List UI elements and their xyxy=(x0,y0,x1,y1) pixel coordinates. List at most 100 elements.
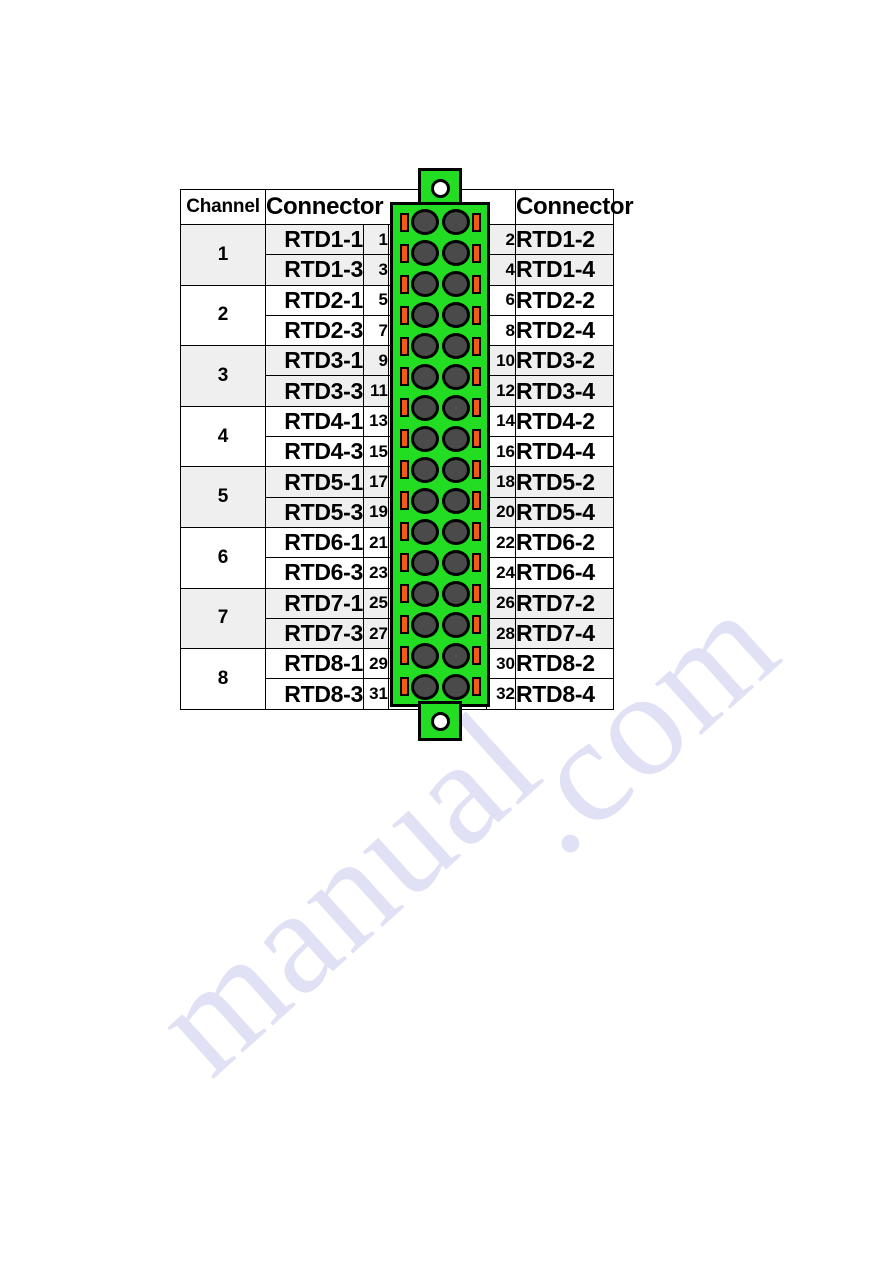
table-header: Channel Connector Connector xyxy=(180,189,634,225)
table-body: 1 RTD1-1 1 2 RTD1-2 RTD1-3 3 4 RTD1-4 2 RTD2-1 5 6 RT… xyxy=(180,223,614,710)
signal-name-left: RTD6-3 xyxy=(265,557,364,589)
table-row: 6 RTD6-1 21 22 RTD6-2 xyxy=(180,526,614,589)
connector-gap-cell xyxy=(388,526,487,559)
pin-number-left: 29 xyxy=(363,648,389,680)
connector-gap-cell xyxy=(388,466,487,498)
pin-number-left: 7 xyxy=(363,314,389,347)
table-row: 1 RTD1-1 1 2 RTD1-2 xyxy=(180,223,614,286)
pin-number-right: 6 xyxy=(486,284,516,316)
pinout-table: Channel Connector Connector 1 RTD1-1 1 2 RTD… xyxy=(180,189,634,710)
connector-gap-cell xyxy=(388,314,487,347)
signal-name-left: RTD1-3 xyxy=(265,254,364,286)
signal-name-right: RTD5-4 xyxy=(515,496,614,528)
connector-gap-cell xyxy=(388,345,487,377)
pin-number-right: 26 xyxy=(486,587,516,619)
signal-name-left: RTD8-3 xyxy=(265,678,364,710)
table-row: 4 RTD4-1 13 14 RTD4-2 xyxy=(180,405,614,468)
header-connector-right: Connector xyxy=(515,189,634,225)
signal-name-left: RTD4-1 xyxy=(265,405,364,438)
connector-gap-cell xyxy=(388,375,487,407)
channel-cell: 3 xyxy=(180,345,266,407)
pin-number-left: 15 xyxy=(363,436,389,468)
header-connector-left: Connector xyxy=(265,189,384,225)
signal-name-left: RTD7-1 xyxy=(265,587,364,619)
pin-number-right: 18 xyxy=(486,466,516,498)
signal-name-right: RTD3-4 xyxy=(515,375,614,407)
pin-number-right: 32 xyxy=(486,678,516,710)
signal-name-right: RTD8-4 xyxy=(515,678,614,710)
signal-name-left: RTD7-3 xyxy=(265,617,364,650)
signal-name-left: RTD8-1 xyxy=(265,648,364,680)
channel-cell: 2 xyxy=(180,284,266,347)
pin-number-right: 8 xyxy=(486,314,516,347)
signal-name-left: RTD5-1 xyxy=(265,466,364,498)
signal-name-left: RTD1-1 xyxy=(265,223,364,256)
table-row: 7 RTD7-1 25 26 RTD7-2 xyxy=(180,587,614,650)
signal-name-right: RTD4-2 xyxy=(515,405,614,438)
pin-number-right: 16 xyxy=(486,436,516,468)
connector-gap-cell xyxy=(388,284,487,316)
pin-number-right: 4 xyxy=(486,254,516,286)
table-row: 3 RTD3-1 9 10 RTD3-2 xyxy=(180,345,614,407)
signal-name-left: RTD3-1 xyxy=(265,345,364,377)
pin-number-left: 13 xyxy=(363,405,389,438)
pin-number-left: 9 xyxy=(363,345,389,377)
pin-number-left: 31 xyxy=(363,678,389,710)
mount-hole-icon xyxy=(430,711,450,731)
channel-cell: 8 xyxy=(180,648,266,710)
pin-number-right: 24 xyxy=(486,557,516,589)
signal-name-left: RTD6-1 xyxy=(265,526,364,559)
signal-name-right: RTD7-4 xyxy=(515,617,614,650)
connector-gap-cell xyxy=(388,557,487,589)
connector-gap-cell xyxy=(388,254,487,286)
channel-cell: 6 xyxy=(180,526,266,589)
signal-name-right: RTD7-2 xyxy=(515,587,614,619)
pin-number-left: 11 xyxy=(363,375,389,407)
signal-name-left: RTD3-3 xyxy=(265,375,364,407)
connector-gap-cell xyxy=(388,617,487,650)
connector-gap-cell xyxy=(388,436,487,468)
signal-name-right: RTD1-4 xyxy=(515,254,614,286)
pin-number-left: 27 xyxy=(363,617,389,650)
pin-number-right: 12 xyxy=(486,375,516,407)
pin-number-right: 10 xyxy=(486,345,516,377)
pin-number-left: 21 xyxy=(363,526,389,559)
pin-number-right: 22 xyxy=(486,526,516,559)
channel-cell: 1 xyxy=(180,224,266,286)
signal-name-right: RTD4-4 xyxy=(515,436,614,468)
connector-gap-cell xyxy=(388,496,487,528)
pin-number-left: 25 xyxy=(363,587,389,619)
pin-number-left: 19 xyxy=(363,496,389,528)
header-connector-gap xyxy=(388,189,487,225)
signal-name-right: RTD5-2 xyxy=(515,466,614,498)
signal-name-left: RTD4-3 xyxy=(265,436,364,468)
connector-gap-cell xyxy=(388,587,487,619)
signal-name-left: RTD2-1 xyxy=(265,284,364,316)
signal-name-left: RTD2-3 xyxy=(265,314,364,347)
pin-number-left: 3 xyxy=(363,254,389,286)
header-channel: Channel xyxy=(180,189,266,225)
signal-name-right: RTD6-2 xyxy=(515,526,614,559)
pin-number-right: 14 xyxy=(486,405,516,438)
signal-name-right: RTD2-4 xyxy=(515,314,614,347)
pin-number-left: 5 xyxy=(363,284,389,316)
table-row: 2 RTD2-1 5 6 RTD2-2 xyxy=(180,284,614,347)
pin-number-right: 30 xyxy=(486,648,516,680)
header-pin-right xyxy=(486,189,516,225)
signal-name-right: RTD8-2 xyxy=(515,648,614,680)
signal-name-right: RTD6-4 xyxy=(515,557,614,589)
pin-number-left: 1 xyxy=(363,223,389,256)
pin-number-right: 20 xyxy=(486,496,516,528)
table-row: 8 RTD8-1 29 30 RTD8-2 xyxy=(180,648,614,710)
signal-name-left: RTD5-3 xyxy=(265,496,364,528)
pin-number-left: 23 xyxy=(363,557,389,589)
watermark-text-manual: manual xyxy=(122,678,571,1106)
connector-gap-cell xyxy=(388,648,487,680)
header-row: Channel Connector Connector xyxy=(180,189,634,225)
connector-gap-cell xyxy=(388,405,487,438)
pin-number-left: 17 xyxy=(363,466,389,498)
signal-name-right: RTD2-2 xyxy=(515,284,614,316)
channel-cell: 7 xyxy=(180,587,266,650)
signal-name-right: RTD3-2 xyxy=(515,345,614,377)
channel-cell: 5 xyxy=(180,466,266,528)
